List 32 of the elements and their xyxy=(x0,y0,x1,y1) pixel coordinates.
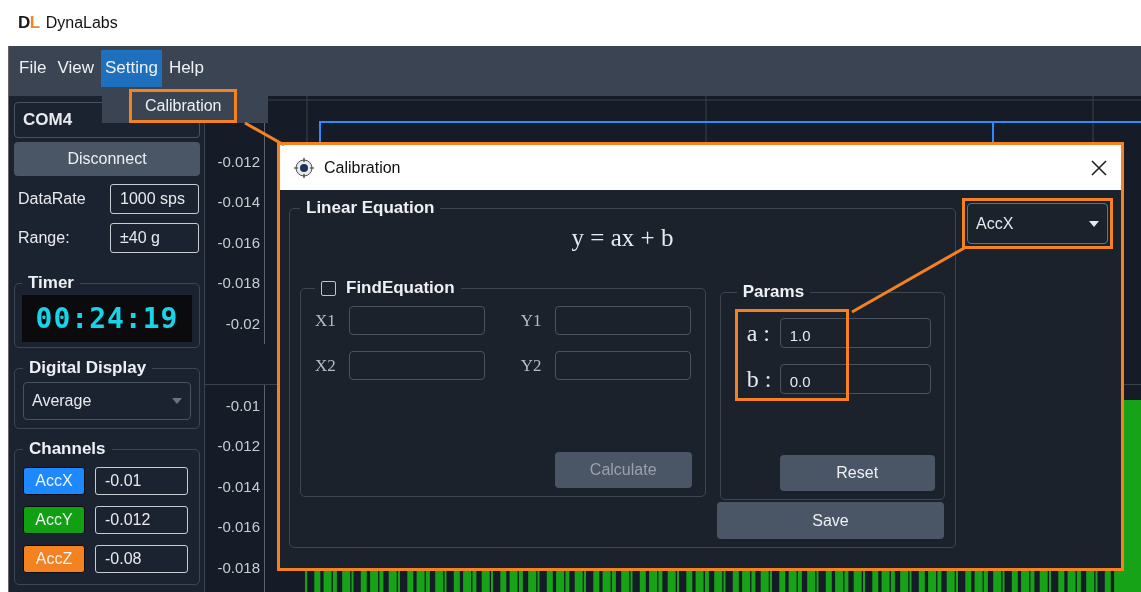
window-title: DynaLabs xyxy=(45,14,118,32)
timer-display: 00:24:19 xyxy=(22,295,192,342)
equation-text: y = ax + b xyxy=(570,224,675,253)
axis-label: -0.01 xyxy=(225,395,260,416)
field-label: Y1 xyxy=(520,310,542,331)
field-label: X2 xyxy=(315,355,336,376)
axis-label: -0.018 xyxy=(217,273,260,294)
axis-label: -0.012 xyxy=(217,436,260,457)
field-label: Y2 xyxy=(520,355,542,376)
channel-value-field: -0.012 xyxy=(95,506,188,534)
group-title: FindEquation xyxy=(346,278,455,298)
axis-label: -0.014 xyxy=(217,192,260,213)
group-title: Linear Equation xyxy=(305,198,436,218)
param-label: a : xyxy=(746,319,771,347)
axis-label: -0.02 xyxy=(225,313,260,334)
group-title: Digital Display xyxy=(28,358,148,378)
group-title: Channels xyxy=(28,439,107,459)
data-rate-label: DataRate xyxy=(18,190,86,208)
range-label: Range: xyxy=(18,229,70,247)
group-title: Timer xyxy=(27,273,75,293)
field-label: X1 xyxy=(315,310,336,331)
axis-label: -0.014 xyxy=(217,476,260,497)
app-logo: DL xyxy=(18,13,40,33)
channel-value-field: -0.08 xyxy=(95,545,188,573)
axis-label: -0.012 xyxy=(217,151,260,172)
dialog-title: Calibration xyxy=(324,158,402,177)
param-label: b : xyxy=(746,365,773,393)
group-title: Params xyxy=(741,282,806,302)
channel-value-field: -0.01 xyxy=(95,467,188,495)
axis-label: -0.018 xyxy=(217,557,260,578)
axis-label: -0.016 xyxy=(217,232,260,253)
axis-label: -0.016 xyxy=(217,517,260,538)
